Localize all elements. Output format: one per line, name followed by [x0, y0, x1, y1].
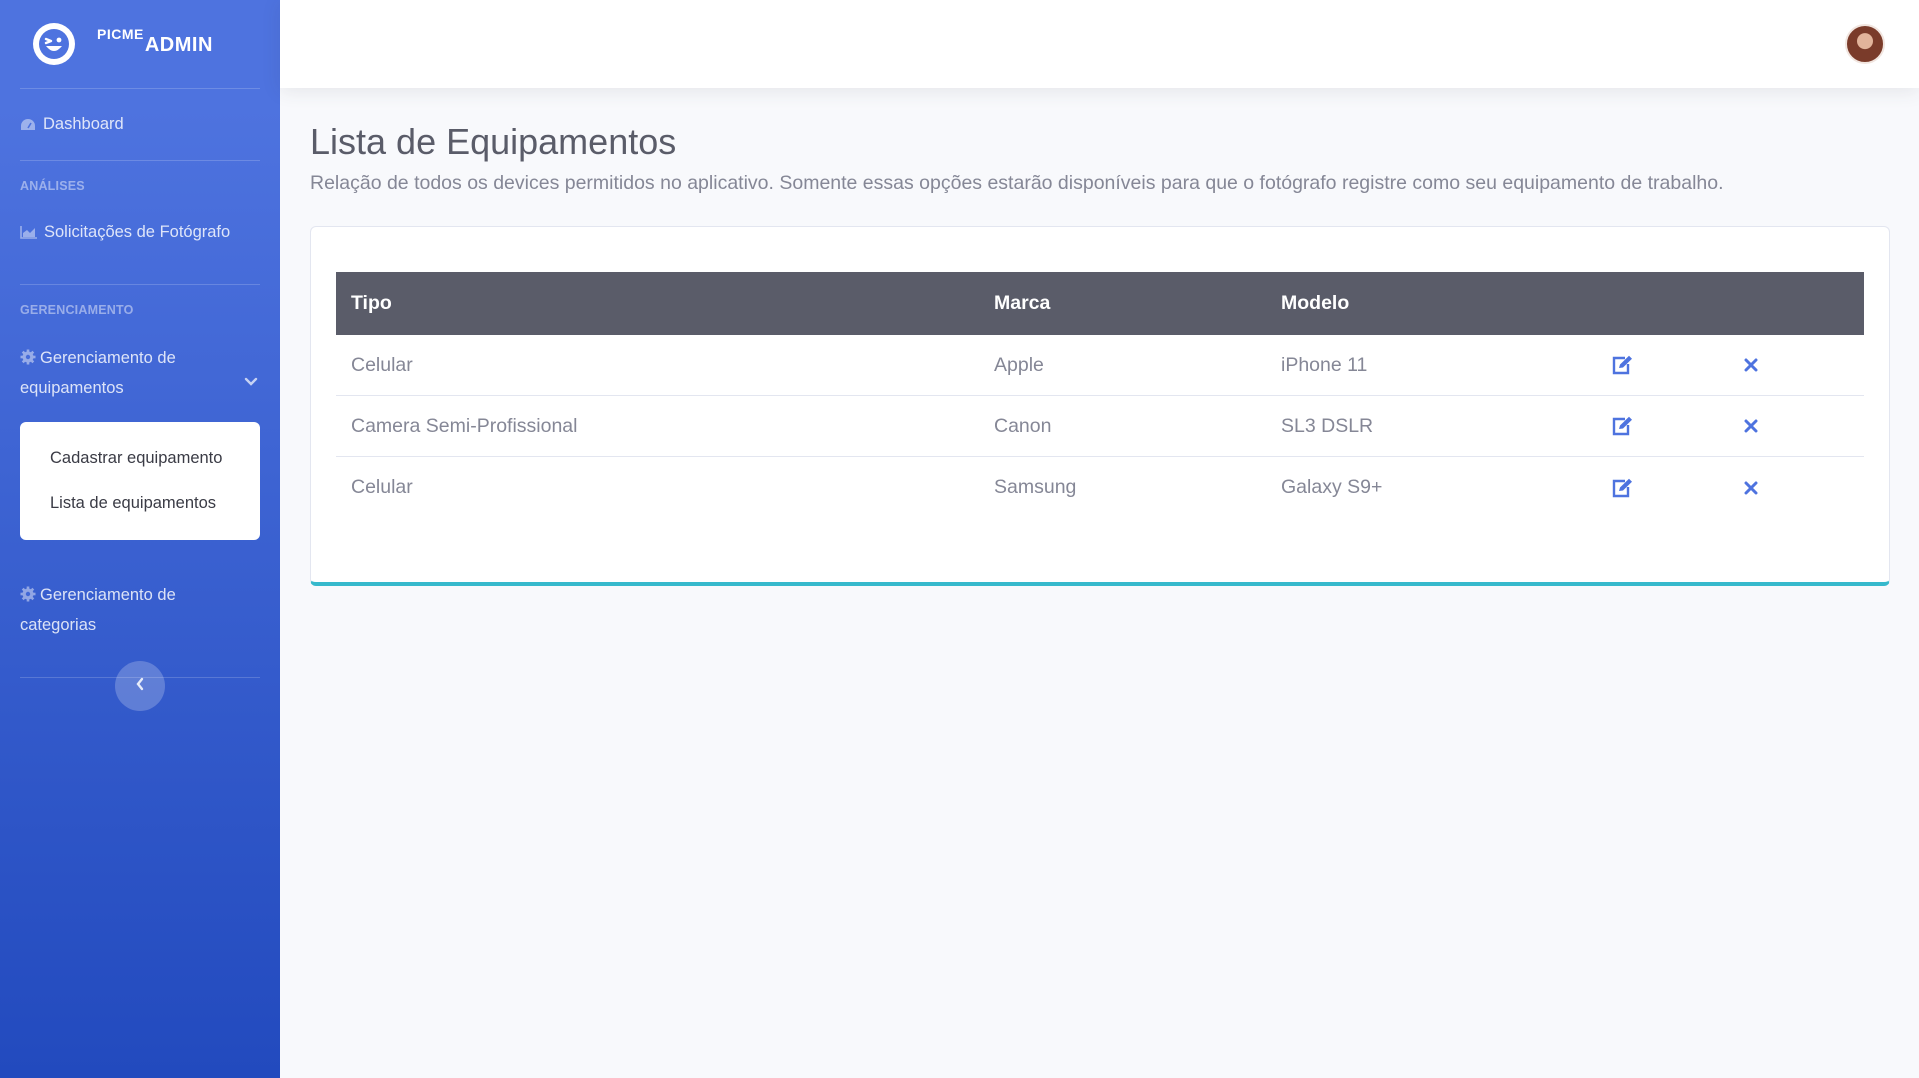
sidebar-heading-analises: ANÁLISES	[20, 179, 85, 193]
column-header-marca: Marca	[994, 292, 1051, 314]
sidebar-item-solicitacoes[interactable]: Solicitações de Fotógrafo	[0, 214, 280, 251]
wink-logo-icon	[33, 23, 75, 65]
close-icon[interactable]	[1744, 358, 1758, 372]
equipment-card: Tipo Marca Modelo Celular Apple iPhone 1…	[310, 226, 1890, 586]
edit-icon[interactable]	[1611, 416, 1633, 436]
close-icon[interactable]	[1744, 419, 1758, 433]
sidebar-item-dashboard[interactable]: Dashboard	[0, 89, 280, 160]
table-row: Camera Semi-Profissional Canon SL3 DSLR	[336, 396, 1864, 457]
sidebar-item-label-line2: categorias	[20, 616, 97, 634]
main-content: Lista de Equipamentos Relação de todos o…	[310, 88, 1890, 586]
edit-icon[interactable]	[1611, 478, 1633, 498]
chevron-left-icon	[135, 677, 145, 696]
cell-marca: Samsung	[994, 476, 1077, 498]
sidebar: PICME ADMIN Dashboard ANÁLISES Solicitaç…	[0, 0, 280, 1078]
close-icon[interactable]	[1744, 481, 1758, 495]
sidebar-item-categorias[interactable]: Gerenciamento de categorias	[0, 540, 280, 677]
page-title: Lista de Equipamentos	[310, 121, 677, 162]
gear-icon	[20, 586, 36, 602]
sidebar-item-equipamentos[interactable]: Gerenciamento de equipamentos	[0, 337, 280, 422]
cell-tipo: Celular	[351, 353, 413, 376]
sidebar-item-label-line2: equipamentos	[20, 379, 124, 397]
submenu-item-lista[interactable]: Lista de equipamentos	[20, 481, 260, 526]
submenu-item-cadastrar[interactable]: Cadastrar equipamento	[20, 436, 260, 481]
edit-icon[interactable]	[1611, 355, 1633, 375]
page-subtitle: Relação de todos os devices permitidos n…	[310, 172, 1724, 194]
user-avatar[interactable]	[1845, 24, 1885, 64]
equipment-table: Tipo Marca Modelo Celular Apple iPhone 1…	[336, 272, 1864, 518]
gear-icon	[20, 349, 36, 365]
table-row: Celular Apple iPhone 11	[336, 335, 1864, 396]
column-header-modelo: Modelo	[1281, 292, 1350, 314]
cell-modelo: SL3 DSLR	[1281, 414, 1374, 437]
sidebar-item-label: Solicitações de Fotógrafo	[44, 223, 231, 241]
tachometer-icon	[20, 118, 36, 132]
sidebar-item-label: Dashboard	[43, 115, 124, 133]
table-row: Celular Samsung Galaxy S9+	[336, 457, 1864, 518]
table-header: Tipo Marca Modelo	[336, 272, 1864, 335]
sidebar-item-label-line1: Gerenciamento de	[40, 586, 176, 604]
brand-picme: PICME	[97, 25, 144, 42]
sidebar-heading-gerenciamento: GERENCIAMENTO	[20, 303, 134, 317]
cell-tipo: Camera Semi-Profissional	[351, 414, 578, 437]
cell-marca: Apple	[994, 353, 1044, 376]
sidebar-toggle-button[interactable]	[115, 661, 165, 711]
cell-modelo: Galaxy S9+	[1281, 476, 1383, 498]
sidebar-item-label-line1: Gerenciamento de	[40, 349, 176, 367]
submenu-equipamentos: Cadastrar equipamento Lista de equipamen…	[20, 422, 260, 540]
cell-tipo: Celular	[351, 476, 413, 498]
brand-name: PICME ADMIN	[97, 26, 213, 57]
chevron-down-icon	[244, 367, 258, 397]
cell-marca: Canon	[994, 414, 1052, 437]
topbar	[280, 0, 1919, 88]
area-chart-icon	[20, 226, 37, 239]
brand-admin: ADMIN	[144, 33, 213, 56]
brand[interactable]: PICME ADMIN	[0, 0, 280, 88]
column-header-tipo: Tipo	[351, 292, 392, 314]
cell-modelo: iPhone 11	[1281, 353, 1368, 376]
